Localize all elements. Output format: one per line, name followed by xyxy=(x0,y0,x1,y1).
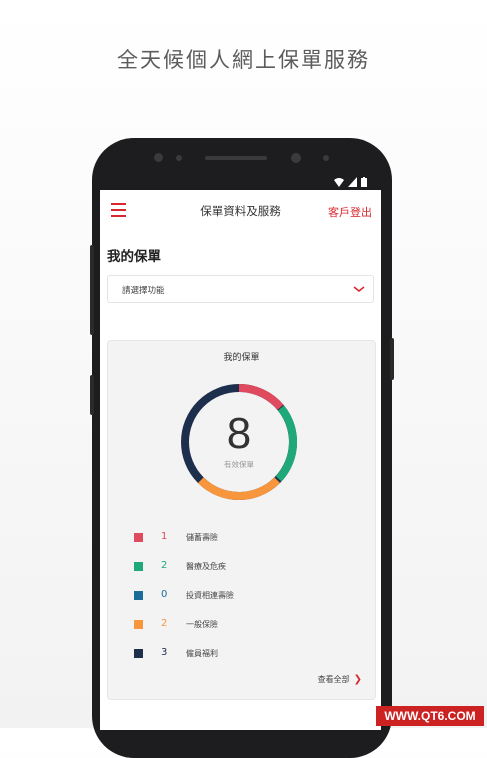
legend-swatch xyxy=(134,562,143,571)
battery-icon xyxy=(361,177,367,187)
legend-name: 醫療及危疾 xyxy=(186,562,226,571)
function-select-label: 請選擇功能 xyxy=(122,286,165,296)
status-bar xyxy=(334,176,367,188)
legend-count: 3 xyxy=(161,647,168,658)
legend-name: 僱員福利 xyxy=(186,649,218,658)
donut-segment-general xyxy=(197,477,281,501)
card-title: 我的保單 xyxy=(223,353,260,363)
sensor-icon xyxy=(176,155,182,161)
front-camera-icon xyxy=(154,153,163,162)
donut-segment-savings xyxy=(238,383,284,410)
logout-button[interactable]: 客戶登出 xyxy=(328,204,372,220)
chevron-down-icon xyxy=(353,286,365,293)
function-select[interactable]: 請選擇功能 xyxy=(107,275,374,303)
legend-swatch xyxy=(134,591,143,600)
total-policies-label: 有效保單 xyxy=(224,460,254,469)
legend-count: 2 xyxy=(161,560,168,571)
phone-power-button xyxy=(390,338,394,380)
front-camera-icon xyxy=(291,153,301,163)
phone-volume-button xyxy=(90,245,94,335)
legend-name: 一般保險 xyxy=(186,620,218,629)
speaker-grille xyxy=(205,156,267,160)
policy-summary-card: 我的保單 8 有效保單 1 儲蓄壽險 2 醫療及危疾 0 投資相連壽險 2 一般… xyxy=(107,340,376,700)
wifi-icon xyxy=(334,177,344,187)
watermark: WWW.QT6.COM xyxy=(376,706,484,726)
legend-swatch xyxy=(134,533,143,542)
legend-name: 投資相連壽險 xyxy=(186,591,234,600)
sensor-icon xyxy=(323,155,329,161)
legend-name: 儲蓄壽險 xyxy=(186,533,218,542)
legend-count: 0 xyxy=(161,589,168,600)
chevron-right-icon: ❯ xyxy=(353,674,362,685)
legend-count: 1 xyxy=(161,531,168,542)
legend-swatch xyxy=(134,649,143,658)
view-all-label: 查看全部 xyxy=(317,675,350,684)
signal-icon xyxy=(348,177,357,187)
view-all-link[interactable]: 查看全部 ❯ xyxy=(318,674,362,685)
legend-swatch xyxy=(134,620,143,629)
legend-count: 2 xyxy=(161,618,168,629)
phone-side-button xyxy=(90,375,94,415)
headline: 全天候個人網上保單服務 xyxy=(117,48,370,72)
page-title: 我的保單 xyxy=(107,249,161,265)
app-screen: 保單資料及服務 客戶登出 我的保單 請選擇功能 我的保單 8 有效保單 1 儲蓄… xyxy=(100,190,381,730)
total-policies-count: 8 xyxy=(226,409,252,458)
app-bar: 保單資料及服務 客戶登出 xyxy=(100,190,381,230)
